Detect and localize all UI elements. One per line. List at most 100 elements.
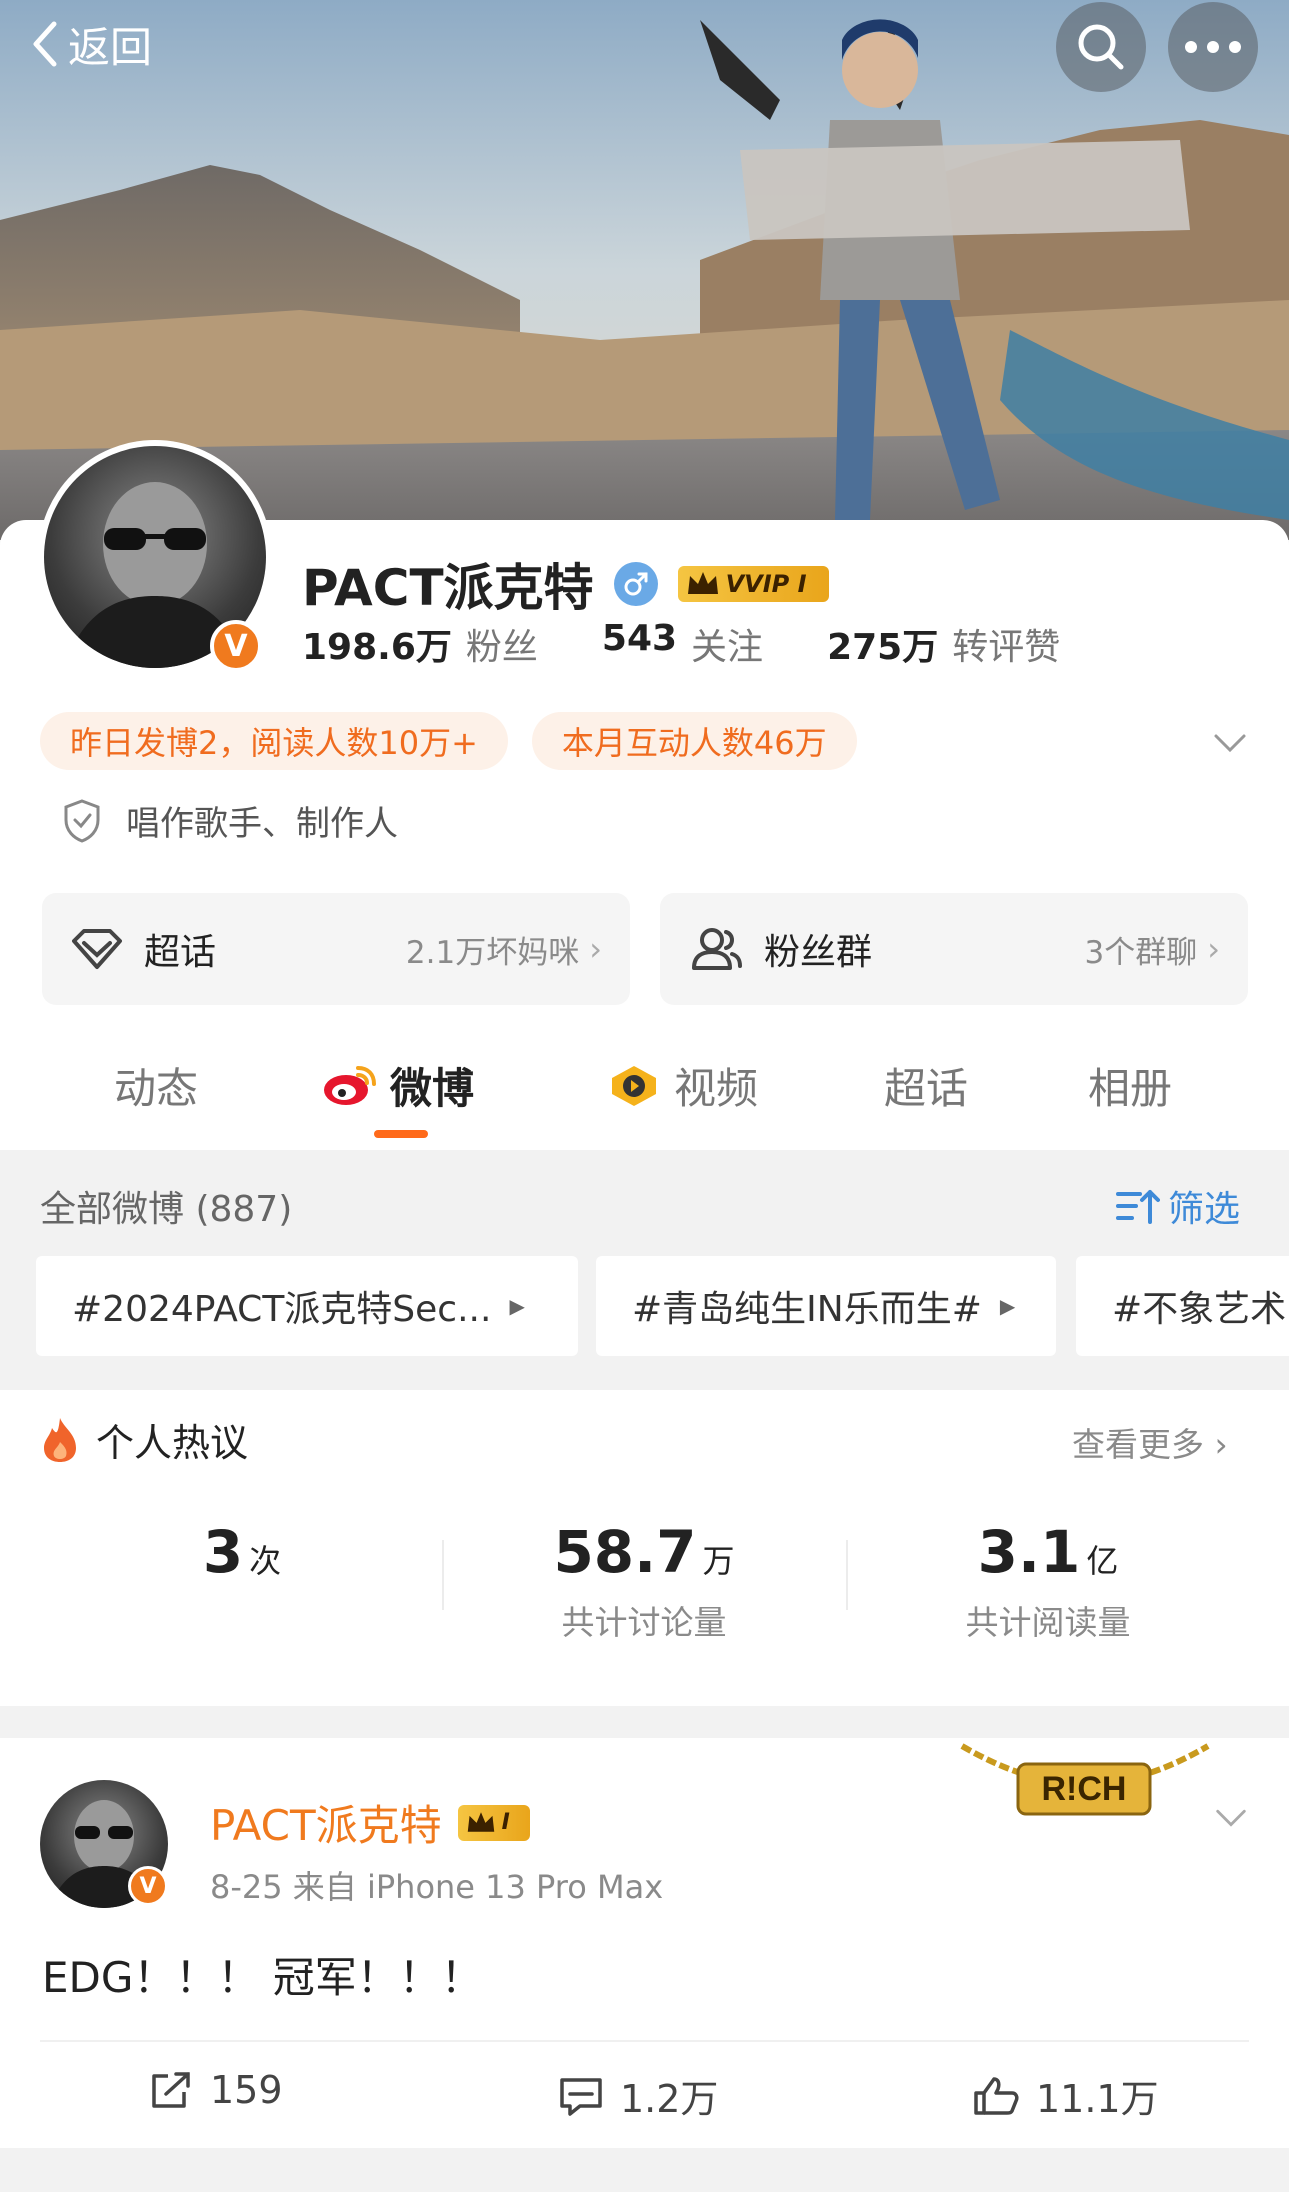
hot-discussion-title: 个人热议 [96, 1421, 249, 1465]
tab-label: 超话 [884, 1063, 969, 1113]
shield-icon [64, 798, 100, 843]
profile-tabs: 动态 微博 视频 超话 相册 [0, 1040, 1289, 1150]
metric-label: 共计讨论量 [561, 1603, 727, 1642]
repost-count: 159 [210, 2068, 283, 2112]
hot-metric: 3.1 亿 共计阅读量 [898, 1518, 1198, 1644]
comment-icon [560, 2077, 602, 2116]
followers-label[interactable]: 粉丝 [466, 618, 538, 670]
weibo-logo-icon [324, 1066, 376, 1105]
activity-chip[interactable]: 昨日发博2，阅读人数10万+ [40, 712, 508, 770]
metric-unit: 次 [249, 1542, 282, 1580]
more-button[interactable] [1168, 2, 1258, 92]
active-tab-indicator [374, 1130, 428, 1138]
crown-icon [467, 1811, 494, 1832]
chevron-down-icon[interactable] [1212, 1798, 1250, 1836]
crown-icon [687, 572, 718, 594]
hot-metric: 58.7 万 共计讨论量 [494, 1518, 794, 1644]
profile-name: PACT派克特 [302, 559, 594, 617]
back-chevron-icon [33, 21, 57, 67]
rich-chain-decoration: R!CH [960, 1743, 1210, 1816]
tab-label: 相册 [1088, 1063, 1173, 1113]
tab-activity[interactable]: 动态 [114, 1040, 198, 1130]
metric-label: 共计阅读量 [965, 1603, 1131, 1642]
triangle-right-icon: ▶ [999, 1294, 1016, 1318]
back-button[interactable]: 返回 [30, 14, 152, 74]
tab-label: 动态 [114, 1063, 199, 1113]
activity-chips: 昨日发博2，阅读人数10万+ 本月互动人数46万 [40, 712, 881, 770]
post-author-row: PACT派克特 I [210, 1792, 530, 1853]
all-posts-title: 全部微博 (887) [40, 1189, 293, 1230]
hot-metric: 3次 [92, 1518, 392, 1596]
followers-count[interactable]: 198.6万 [302, 618, 452, 670]
activity-chip[interactable]: 本月互动人数46万 [531, 712, 857, 770]
diamond-icon [72, 929, 122, 969]
divider [846, 1540, 848, 1610]
tab-album[interactable]: 相册 [1088, 1040, 1172, 1130]
fan-group-card[interactable]: 粉丝群 3个群聊 › [660, 893, 1248, 1005]
comment-count: 1.2万 [620, 2077, 719, 2121]
verified-mark: V [224, 628, 248, 664]
fire-icon [44, 1417, 76, 1462]
tab-label: 微博 [390, 1063, 475, 1113]
tab-weibo[interactable]: 微博 [322, 1040, 474, 1130]
chevron-right-icon: › [1207, 930, 1220, 968]
tab-supertopic[interactable]: 超话 [884, 1040, 968, 1130]
tab-video[interactable]: 视频 [606, 1040, 758, 1130]
verification-info: 唱作歌手、制作人 [62, 796, 398, 845]
topic-label: #青岛纯生IN乐而生# [632, 1289, 982, 1330]
fan-group-meta: 3个群聊 [1084, 934, 1198, 971]
metric-value: 3 [202, 1518, 244, 1586]
chevron-down-icon[interactable] [1210, 722, 1250, 762]
hot-discussion-header: 个人热议 [40, 1412, 248, 1467]
supertopic-card[interactable]: 超话 2.1万坏妈咪 › [42, 893, 630, 1005]
rich-text: R!CH [1042, 1770, 1127, 1808]
chevron-right-icon: › [589, 930, 602, 968]
search-button[interactable] [1056, 2, 1146, 92]
following-label[interactable]: 关注 [691, 618, 763, 670]
filter-icon [1116, 1190, 1160, 1224]
triangle-right-icon: ▶ [509, 1294, 525, 1318]
vip-label: I [501, 1810, 510, 1835]
divider [40, 2040, 1249, 2042]
vip-label: VVIP I [725, 570, 807, 598]
more-icon [1185, 41, 1241, 53]
back-label: 返回 [68, 22, 153, 72]
repost-icon [152, 2072, 190, 2108]
metric-unit: 万 [702, 1542, 735, 1580]
metric-value: 58.7 [553, 1518, 697, 1586]
following-count[interactable]: 543 [602, 618, 677, 670]
metric-unit: 亿 [1086, 1542, 1119, 1580]
view-more-link[interactable]: 查看更多 › [1072, 1418, 1228, 1466]
post-text: EDG！！！ 冠军！！！ [42, 1953, 483, 2002]
post-meta: 8-25 来自 iPhone 13 Pro Max [210, 1868, 664, 1906]
topic-chip[interactable]: #2024PACT派克特Sec... ▶ [36, 1256, 578, 1356]
gender-male-icon [613, 562, 658, 606]
profile-page: 返回 V PACT派克特 VVIP I 198.6万 粉丝 543 关注 275… [0, 0, 1289, 2192]
like-icon [974, 2076, 1019, 2115]
repost-button[interactable]: 159 [148, 2068, 283, 2112]
search-icon [1078, 24, 1124, 70]
filter-label: 筛选 [1168, 1189, 1241, 1230]
feed-separator [0, 2148, 1289, 2192]
profile-stats: 198.6万 粉丝 543 关注 275万 转评赞 [302, 618, 1124, 670]
verified-badge-icon: V [128, 1866, 168, 1906]
like-button[interactable]: 11.1万 [972, 2068, 1159, 2123]
verification-text: 唱作歌手、制作人 [126, 804, 398, 844]
group-icon [692, 928, 742, 970]
comment-button[interactable]: 1.2万 [558, 2068, 718, 2123]
view-more-label: 查看更多 [1072, 1425, 1204, 1464]
topic-chip[interactable]: #青岛纯生IN乐而生# ▶ [596, 1256, 1056, 1356]
post-author-name[interactable]: PACT派克特 [210, 1792, 442, 1853]
topic-chip[interactable]: #不象艺术 [1076, 1256, 1289, 1356]
divider [442, 1540, 444, 1610]
supertopic-title: 超话 [144, 932, 217, 973]
engagement-label: 转评赞 [952, 627, 1061, 668]
filter-button[interactable]: 筛选 [1114, 1180, 1240, 1232]
video-icon [612, 1066, 656, 1106]
vip-badge[interactable]: I [457, 1804, 530, 1841]
tab-label: 视频 [674, 1063, 759, 1113]
supertopic-meta: 2.1万坏妈咪 [405, 934, 580, 971]
vip-badge[interactable]: VVIP I [677, 564, 829, 604]
verified-mark: V [139, 1873, 157, 1899]
fan-group-title: 粉丝群 [764, 932, 873, 973]
